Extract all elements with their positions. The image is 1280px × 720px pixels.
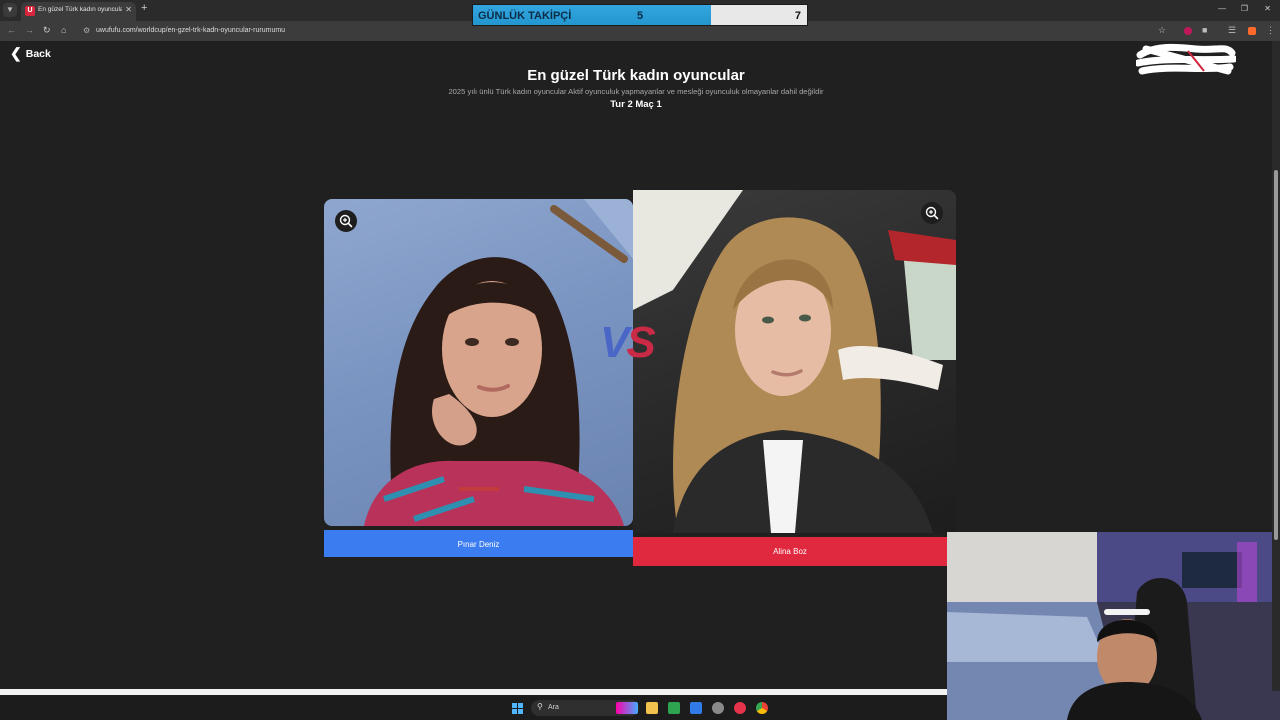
browser-tab[interactable]: U En güzel Türk kadın oyuncular | ... ✕	[21, 2, 136, 21]
versus-s: S	[626, 318, 655, 367]
round-indicator: Tur 2 Maç 1	[610, 99, 662, 110]
tab-close-icon[interactable]: ✕	[125, 5, 132, 14]
choose-right-button[interactable]: Alina Boz	[633, 537, 947, 566]
contestant-right-photo[interactable]	[633, 190, 956, 533]
media-app-icon[interactable]	[734, 702, 746, 714]
settings-icon[interactable]	[712, 702, 724, 714]
site-info-icon[interactable]: ⚙	[83, 26, 90, 35]
tab-favicon: U	[25, 6, 35, 16]
home-icon[interactable]: ⌂	[61, 25, 66, 35]
chevron-left-icon: ❮	[10, 45, 22, 61]
maximize-icon[interactable]: ❐	[1241, 4, 1248, 13]
webcam-image	[947, 532, 1280, 720]
taskbar-search-label: Ara	[548, 704, 559, 711]
zoom-in-icon[interactable]	[921, 202, 943, 224]
windows-start-icon[interactable]	[512, 703, 523, 714]
profile-avatar-icon[interactable]	[1248, 27, 1256, 35]
page-subtitle: 2025 yılı ünlü Türk kadın oyuncular Akti…	[448, 87, 824, 96]
vertical-scrollbar-thumb[interactable]	[1274, 170, 1278, 540]
portrait-right-image	[633, 190, 956, 533]
back-button-label: Back	[25, 48, 51, 60]
streamer-webcam-overlay	[947, 532, 1280, 720]
versus-v: V	[600, 318, 629, 367]
address-bar[interactable]: uwufufu.com/worldcup/en-gzel-trk-kadn-oy…	[96, 27, 285, 34]
bookmark-star-icon[interactable]: ☆	[1158, 25, 1166, 36]
extensions-icon[interactable]: ■	[1202, 25, 1207, 35]
reload-icon[interactable]: ↻	[43, 25, 51, 36]
new-tab-plus-icon[interactable]: +	[141, 2, 147, 14]
follower-goal-overlay: GÜNLÜK TAKİPÇİ 5 7	[472, 4, 808, 26]
magnifier-plus-icon	[925, 206, 939, 220]
minimize-icon[interactable]: —	[1218, 4, 1226, 13]
windows-taskbar	[0, 695, 947, 720]
extension-icon[interactable]	[1184, 27, 1192, 35]
app-icon[interactable]	[668, 702, 680, 714]
window-close-icon[interactable]: ✕	[1264, 4, 1271, 13]
choose-left-button[interactable]: Pınar Deniz	[324, 530, 633, 557]
follower-goal-current: 5	[637, 10, 644, 22]
back-arrow-icon[interactable]: ←	[7, 25, 16, 35]
portrait-left-image	[324, 199, 633, 526]
versus-badge: VS	[600, 318, 656, 368]
browser-menu-icon[interactable]: ⋮	[1266, 25, 1275, 36]
contestant-left-photo[interactable]	[324, 199, 633, 526]
follower-goal-target: 7	[794, 10, 801, 22]
back-button[interactable]: ❮ Back	[10, 45, 51, 62]
magnifier-plus-icon	[339, 214, 353, 228]
app-icon[interactable]	[690, 702, 702, 714]
follower-goal-label: GÜNLÜK TAKİPÇİ	[478, 10, 572, 22]
forward-arrow-icon[interactable]: →	[25, 25, 34, 35]
chrome-icon[interactable]	[756, 702, 768, 714]
search-highlight-icon[interactable]	[616, 702, 638, 714]
search-icon: ⚲	[537, 702, 543, 711]
tab-title: En güzel Türk kadın oyuncular | ...	[38, 6, 122, 13]
zoom-in-icon[interactable]	[335, 210, 357, 232]
page-title: En güzel Türk kadın oyuncular	[527, 67, 745, 84]
media-icon[interactable]: ☰	[1228, 25, 1236, 36]
file-explorer-icon[interactable]	[646, 702, 658, 714]
tab-search-chevron-down-icon[interactable]: ▼	[3, 3, 17, 17]
